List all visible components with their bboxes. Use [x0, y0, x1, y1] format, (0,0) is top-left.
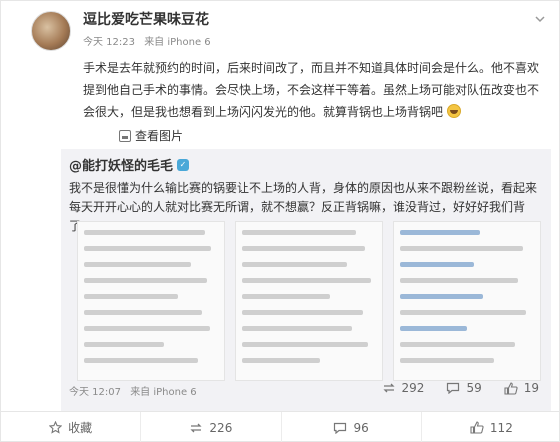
screenshot-text-placeholder	[242, 230, 376, 374]
repost-image-2[interactable]	[235, 221, 383, 381]
favorite-button[interactable]: 收藏	[1, 412, 142, 442]
screenshot-text-placeholder	[84, 230, 218, 374]
view-pictures-link[interactable]: 查看图片	[119, 127, 183, 144]
comment-icon	[334, 422, 347, 434]
action-bar: 收藏 226 96 112	[1, 411, 560, 442]
repost-count: 226	[209, 420, 233, 435]
weibo-card: 逗比爱吃芒果味豆花 今天 12:23 来自 iPhone 6 手术是去年就预约的…	[0, 0, 560, 442]
thumbs-up-icon	[470, 421, 484, 434]
like-count: 112	[489, 420, 513, 435]
avatar[interactable]	[31, 11, 71, 51]
repost-repost-button[interactable]: 292	[382, 381, 425, 395]
favorite-label: 收藏	[68, 421, 93, 435]
post-time[interactable]: 今天 12:23	[83, 37, 135, 48]
repost-time[interactable]: 今天 12:07	[69, 387, 121, 398]
repost-icon	[382, 383, 395, 393]
post-body: 手术是去年就预约的时间，后来时间改了，而且并不知道具体时间会是什么。他不喜欢提到…	[83, 61, 540, 119]
post-meta: 今天 12:23 来自 iPhone 6	[83, 33, 211, 48]
laughing-emoji-icon	[446, 104, 461, 118]
repost-actions: 292 59 19	[382, 381, 539, 395]
view-pictures-label: 查看图片	[135, 129, 184, 143]
repost-button[interactable]: 226	[141, 412, 282, 442]
reposted-weibo: @能打妖怪的毛毛 ✓ 我不是很懂为什么输比赛的锅要让不上场的人背，身体的原因也从…	[61, 149, 551, 411]
repost-source: 来自 iPhone 6	[130, 387, 197, 398]
screenshot-text-placeholder	[400, 230, 534, 374]
repost-image-3[interactable]	[393, 221, 541, 381]
comment-button[interactable]: 96	[282, 412, 422, 442]
thumbs-up-icon	[504, 381, 518, 395]
repost-images	[77, 221, 547, 381]
picture-icon	[119, 129, 131, 142]
repost-like-button[interactable]: 19	[504, 381, 539, 395]
repost-image-1[interactable]	[77, 221, 225, 381]
verified-badge-icon: ✓	[177, 158, 190, 171]
repost-comment-count: 59	[466, 381, 482, 395]
repost-author[interactable]: @能打妖怪的毛毛 ✓	[69, 155, 190, 174]
post-text: 手术是去年就预约的时间，后来时间改了，而且并不知道具体时间会是什么。他不喜欢提到…	[83, 57, 549, 123]
comment-icon	[447, 382, 460, 394]
repost-comment-button[interactable]: 59	[446, 381, 482, 395]
repost-author-name[interactable]: @能打妖怪的毛毛	[69, 155, 173, 174]
star-icon	[49, 421, 63, 434]
comment-count: 96	[353, 420, 369, 435]
chevron-down-icon[interactable]	[534, 13, 546, 25]
like-button[interactable]: 112	[422, 412, 560, 442]
repost-repost-count: 292	[401, 381, 425, 395]
repost-meta: 今天 12:07 来自 iPhone 6	[69, 383, 197, 398]
username[interactable]: 逗比爱吃芒果味豆花	[83, 9, 209, 29]
post-source: 来自 iPhone 6	[144, 37, 211, 48]
repost-icon	[190, 423, 202, 432]
repost-like-count: 19	[523, 381, 539, 395]
